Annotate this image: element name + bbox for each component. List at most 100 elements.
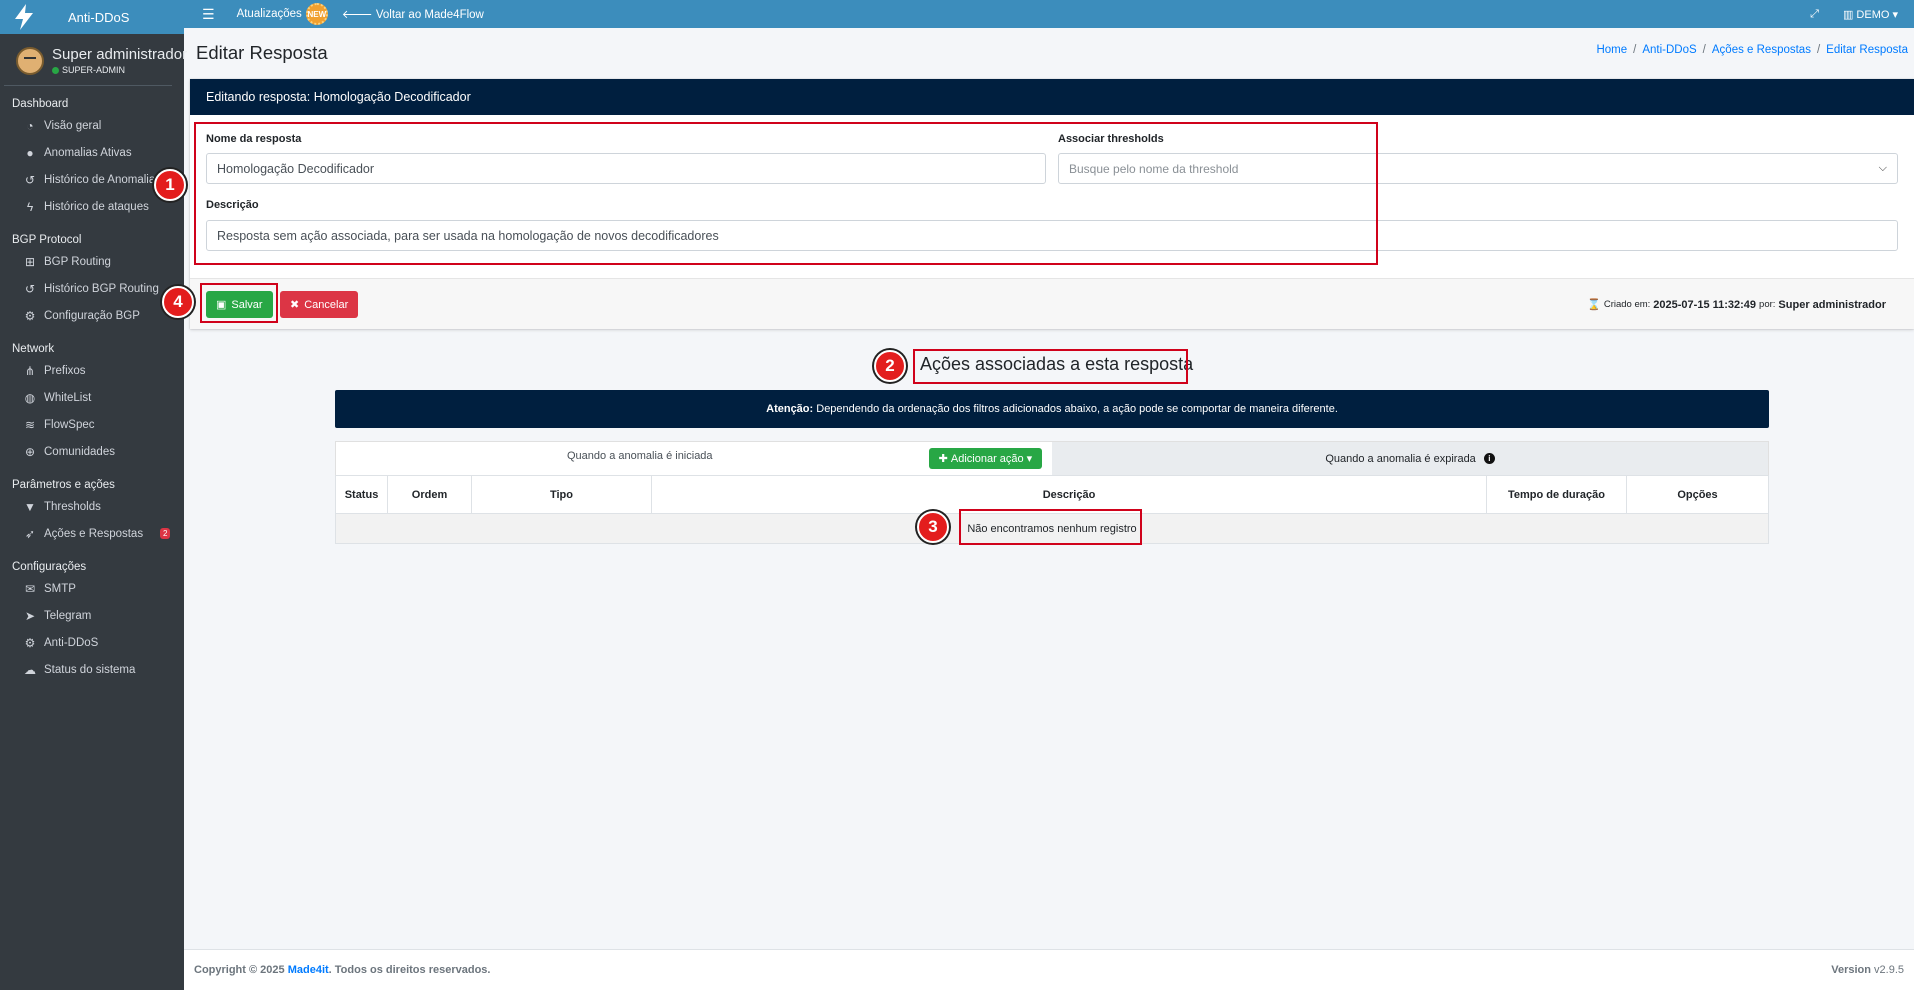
sidebar-item-configuracao-bgp[interactable]: ⚙ Configuração BGP bbox=[0, 302, 184, 329]
globe-icon: ⊕ bbox=[24, 444, 36, 459]
version: Version v2.9.5 bbox=[1831, 964, 1904, 976]
sidebar-item-telegram[interactable]: ➤ Telegram bbox=[0, 602, 184, 629]
column-status[interactable]: Status bbox=[335, 475, 388, 514]
bolt-icon: ϟ bbox=[26, 199, 34, 214]
sidebar-item-label: Thresholds bbox=[44, 500, 101, 513]
sidebar-item-smtp[interactable]: ✉ SMTP bbox=[0, 575, 184, 602]
new-badge-icon: NEW bbox=[305, 3, 328, 25]
sidebar-item-label: Status do sistema bbox=[44, 663, 136, 676]
topbar: ☰ Atualizações NEW 🡐 Voltar ao Made4Flow… bbox=[184, 0, 1914, 28]
fullscreen-icon[interactable]: ⤢ bbox=[1810, 8, 1819, 21]
cloud-icon: ☁ bbox=[24, 662, 36, 677]
history-icon: ↺ bbox=[24, 281, 36, 296]
tab-anomaly-expired[interactable]: Quando a anomalia é expirada i bbox=[1052, 442, 1768, 475]
sidebar-item-label: Histórico de Anomalias bbox=[44, 173, 161, 186]
chevron-down-icon: ⌵ bbox=[1878, 162, 1887, 174]
alert-strong: Atenção: bbox=[766, 403, 814, 415]
version-number: v2.9.5 bbox=[1874, 964, 1904, 976]
user-role-label: SUPER-ADMIN bbox=[62, 65, 126, 75]
dashboard-icon: ◔ bbox=[26, 118, 34, 133]
sidebar-item-label: BGP Routing bbox=[44, 255, 111, 268]
sidebar-item-label: FlowSpec bbox=[44, 418, 95, 431]
copyright: Copyright © 2025 Made4it. Todos os direi… bbox=[194, 964, 490, 976]
brand-name: Anti-DDoS bbox=[68, 9, 130, 25]
nav-section-configuracoes: Configurações ✉ SMTP ➤ Telegram ⚙ Anti-DDoS… bbox=[0, 561, 184, 683]
sidebar-item-anomalias-ativas[interactable]: ● Anomalias Ativas bbox=[0, 139, 184, 166]
close-icon: ✖ bbox=[290, 299, 300, 311]
info-icon: i bbox=[1483, 453, 1495, 464]
created-at: 2025-07-15 11:32:49 bbox=[1653, 298, 1757, 311]
nav-section-parametros: Parâmetros e ações ▼ Thresholds ➶ Ações e … bbox=[0, 479, 184, 547]
sidebar-item-historico-bgp[interactable]: ↺ Histórico BGP Routing bbox=[0, 275, 184, 302]
brand[interactable]: Anti-DDoS bbox=[0, 0, 184, 34]
tab-anomaly-started[interactable]: Quando a anomalia é iniciada ✚ Adicionar … bbox=[336, 442, 1053, 475]
cancel-button[interactable]: ✖ Cancelar bbox=[280, 291, 359, 318]
sidebar-item-visao-geral[interactable]: ◔ Visão geral bbox=[0, 112, 184, 139]
breadcrumb-acoes-respostas[interactable]: Ações e Respostas bbox=[1712, 44, 1811, 56]
breadcrumb-separator: / bbox=[1702, 44, 1706, 56]
user-role: SUPER-ADMIN bbox=[52, 65, 187, 75]
column-tipo[interactable]: Tipo bbox=[471, 475, 652, 514]
sidebar-item-acoes-respostas[interactable]: ➶ Ações e Respostas 2 bbox=[0, 520, 184, 547]
nav-section-dashboard: Dashboard ◔ Visão geral ● Anomalias Ativas… bbox=[0, 98, 184, 220]
sidebar-item-status-sistema[interactable]: ☁ Status do sistema bbox=[0, 656, 184, 683]
count-badge: 2 bbox=[160, 528, 171, 539]
filter-icon: ▼ bbox=[24, 499, 36, 514]
sidebar-item-anti-ddos[interactable]: ⚙ Anti-DDoS bbox=[0, 629, 184, 656]
rocket-icon: ➶ bbox=[24, 526, 36, 541]
attention-alert: Atenção: Dependendo da ordenação dos fil… bbox=[335, 390, 1769, 428]
hamburger-menu-icon[interactable]: ☰ bbox=[202, 6, 215, 23]
annotation-box-3 bbox=[959, 509, 1142, 545]
sidebar-item-historico-ataques[interactable]: ϟ Histórico de ataques bbox=[0, 193, 184, 220]
sidebar-item-prefixos[interactable]: ⋔ Prefixos bbox=[0, 357, 184, 384]
sidebar-item-label: Histórico BGP Routing bbox=[44, 282, 159, 295]
sidebar-item-label: Anti-DDoS bbox=[44, 636, 99, 649]
sidebar-item-flowspec[interactable]: ≋ FlowSpec bbox=[0, 411, 184, 438]
caret-down-icon: ▾ bbox=[1889, 8, 1898, 21]
tab-started-label: Quando a anomalia é iniciada bbox=[567, 450, 713, 462]
nav-section-title: Parâmetros e ações bbox=[12, 479, 115, 491]
avatar[interactable] bbox=[16, 46, 44, 75]
breadcrumb-anti-ddos[interactable]: Anti-DDoS bbox=[1642, 44, 1696, 56]
sidebar-item-label: Comunidades bbox=[44, 445, 115, 458]
envelope-icon: ✉ bbox=[24, 581, 36, 596]
column-ordem[interactable]: Ordem bbox=[387, 475, 472, 514]
cancel-label: Cancelar bbox=[304, 298, 349, 311]
annotation-marker-4: 4 bbox=[162, 286, 194, 318]
sidebar-item-comunidades[interactable]: ⊕ Comunidades bbox=[0, 438, 184, 465]
breadcrumb-separator: / bbox=[1816, 44, 1821, 56]
sidebar-item-whitelist[interactable]: ◍ WhiteList bbox=[0, 384, 184, 411]
building-icon: ▥ bbox=[1842, 8, 1857, 21]
history-icon: ↺ bbox=[24, 172, 36, 187]
annotation-box-4 bbox=[200, 283, 278, 323]
company-dropdown[interactable]: ▥ DEMO ▾ bbox=[1843, 8, 1898, 21]
table-header-row: Status Ordem Tipo Descrição Tempo de dur… bbox=[335, 475, 1769, 514]
sidebar-item-label: Anomalias Ativas bbox=[44, 146, 132, 159]
sidebar-item-bgp-routing[interactable]: ⊞ BGP Routing bbox=[0, 248, 184, 275]
telegram-icon: ➤ bbox=[24, 608, 36, 623]
updates-link[interactable]: Atualizações NEW bbox=[237, 3, 328, 25]
sidebar-item-label: Visão geral bbox=[44, 119, 102, 132]
page-title: Editar Resposta bbox=[196, 42, 328, 63]
column-tempo-duracao[interactable]: Tempo de duração bbox=[1486, 475, 1627, 514]
created-by-prefix: por: bbox=[1759, 299, 1776, 310]
sidebar-item-label: SMTP bbox=[44, 582, 76, 595]
company-link[interactable]: Made4it bbox=[288, 964, 329, 976]
created-prefix: Criado em: bbox=[1603, 299, 1651, 310]
breadcrumb-home[interactable]: Home bbox=[1596, 44, 1627, 56]
column-descricao[interactable]: Descrição bbox=[651, 475, 1487, 514]
exclamation-icon: ● bbox=[26, 145, 34, 160]
annotation-marker-3: 3 bbox=[917, 511, 949, 543]
sidebar: Anti-DDoS Super administrador SUPER-ADMI… bbox=[0, 0, 187, 990]
back-to-made4flow-link[interactable]: 🡐 Voltar ao Made4Flow bbox=[342, 7, 484, 21]
gear-icon: ⚙ bbox=[24, 308, 36, 323]
user-name[interactable]: Super administrador bbox=[52, 46, 187, 63]
sidebar-item-label: WhiteList bbox=[44, 391, 92, 404]
sidebar-item-label: Telegram bbox=[44, 609, 92, 622]
company-label: DEMO bbox=[1856, 8, 1890, 21]
nav-section-title: Dashboard bbox=[12, 98, 69, 110]
sidebar-item-thresholds[interactable]: ▼ Thresholds bbox=[0, 493, 184, 520]
add-action-button[interactable]: ✚ Adicionar ação ▾ bbox=[928, 448, 1043, 469]
sitemap-icon: ⊞ bbox=[24, 254, 36, 269]
page-footer: Copyright © 2025 Made4it. Todos os direi… bbox=[184, 949, 1914, 990]
